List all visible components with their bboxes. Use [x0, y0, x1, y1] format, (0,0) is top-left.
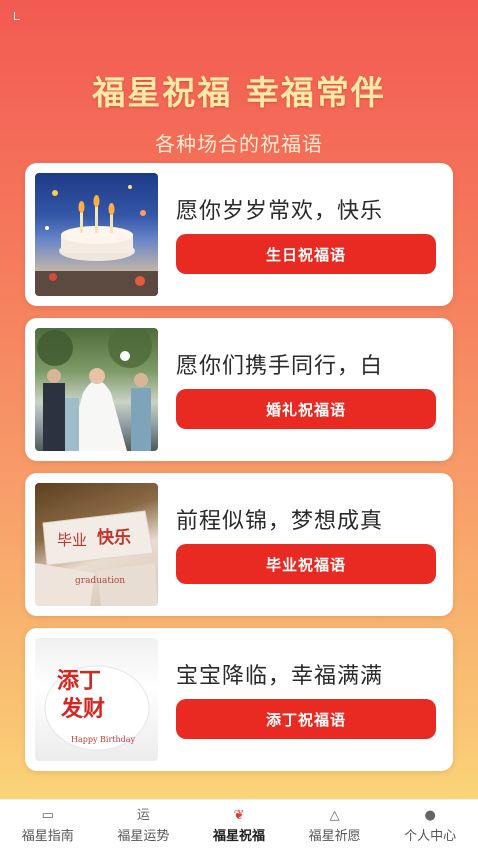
graduation-image: 毕业 快乐 graduation — [35, 483, 158, 606]
birthday-cake-image — [35, 173, 158, 296]
wish-icon: △ — [329, 807, 340, 823]
graduation-blessing-button[interactable]: 毕业祝福语 — [176, 544, 436, 584]
wedding-blessing-button[interactable]: 婚礼祝福语 — [176, 389, 436, 429]
blessing-preview-text: 愿你们携手同行，白 — [176, 354, 384, 379]
image-text-grad-en: graduation — [75, 576, 125, 586]
book-icon: ▭ — [41, 807, 54, 823]
nav-tab-profile[interactable]: ● 个人中心 — [382, 800, 478, 850]
blessing-card-baby[interactable]: 添丁 发财 Happy Birthday 宝宝降临，幸福满满 添丁祝福语 — [25, 628, 453, 771]
image-text-tianding: 添丁 — [57, 669, 101, 694]
page-subtitle: 各种场合的祝福语 — [155, 132, 323, 156]
fortune-icon: 运 — [136, 807, 150, 823]
blessing-card-birthday[interactable]: 愿你岁岁常欢，快乐 生日祝福语 — [25, 163, 453, 306]
blessing-preview-text: 前程似锦，梦想成真 — [176, 509, 384, 534]
chat-icon: ● — [424, 807, 436, 823]
bottom-nav: ▭ 福星指南 运 福星运势 ❦ 福星祝福 △ 福星祈愿 ● 个人中心 — [0, 799, 478, 850]
blessing-icon: ❦ — [233, 807, 245, 823]
image-text-graduation: 毕业 — [57, 531, 87, 549]
nav-tab-fortune[interactable]: 运 福星运势 — [96, 800, 192, 850]
blessing-card-graduation[interactable]: 毕业 快乐 graduation 前程似锦，梦想成真 毕业祝福语 — [25, 473, 453, 616]
nav-label: 福星祈愿 — [308, 828, 361, 844]
blessing-preview-text: 愿你岁岁常欢，快乐 — [176, 199, 384, 224]
nav-tab-wish[interactable]: △ 福星祈愿 — [287, 800, 383, 850]
nav-label: 福星祝福 — [212, 828, 265, 844]
nav-label: 福星运势 — [117, 828, 170, 844]
birthday-blessing-button[interactable]: 生日祝福语 — [176, 234, 436, 274]
status-bar-indicator — [14, 12, 20, 20]
blessing-card-wedding[interactable]: 愿你们携手同行，白 婚礼祝福语 — [25, 318, 453, 461]
blessing-preview-text: 宝宝降临，幸福满满 — [176, 664, 384, 689]
baby-cake-image: 添丁 发财 Happy Birthday — [35, 638, 158, 761]
image-text-happy-birthday: Happy Birthday — [71, 735, 136, 744]
image-text-facai: 发财 — [60, 696, 105, 722]
nav-label: 福星指南 — [21, 828, 74, 844]
nav-tab-guide[interactable]: ▭ 福星指南 — [0, 800, 96, 850]
hero-header: 福星祝福 幸福常伴 各种场合的祝福语 — [0, 66, 478, 157]
baby-blessing-button[interactable]: 添丁祝福语 — [176, 699, 436, 739]
page-title: 福星祝福 幸福常伴 — [92, 73, 386, 112]
wedding-photo-image — [35, 328, 158, 451]
nav-label: 个人中心 — [404, 828, 457, 844]
image-text-happy: 快乐 — [97, 527, 131, 548]
nav-tab-blessing[interactable]: ❦ 福星祝福 — [191, 800, 287, 850]
